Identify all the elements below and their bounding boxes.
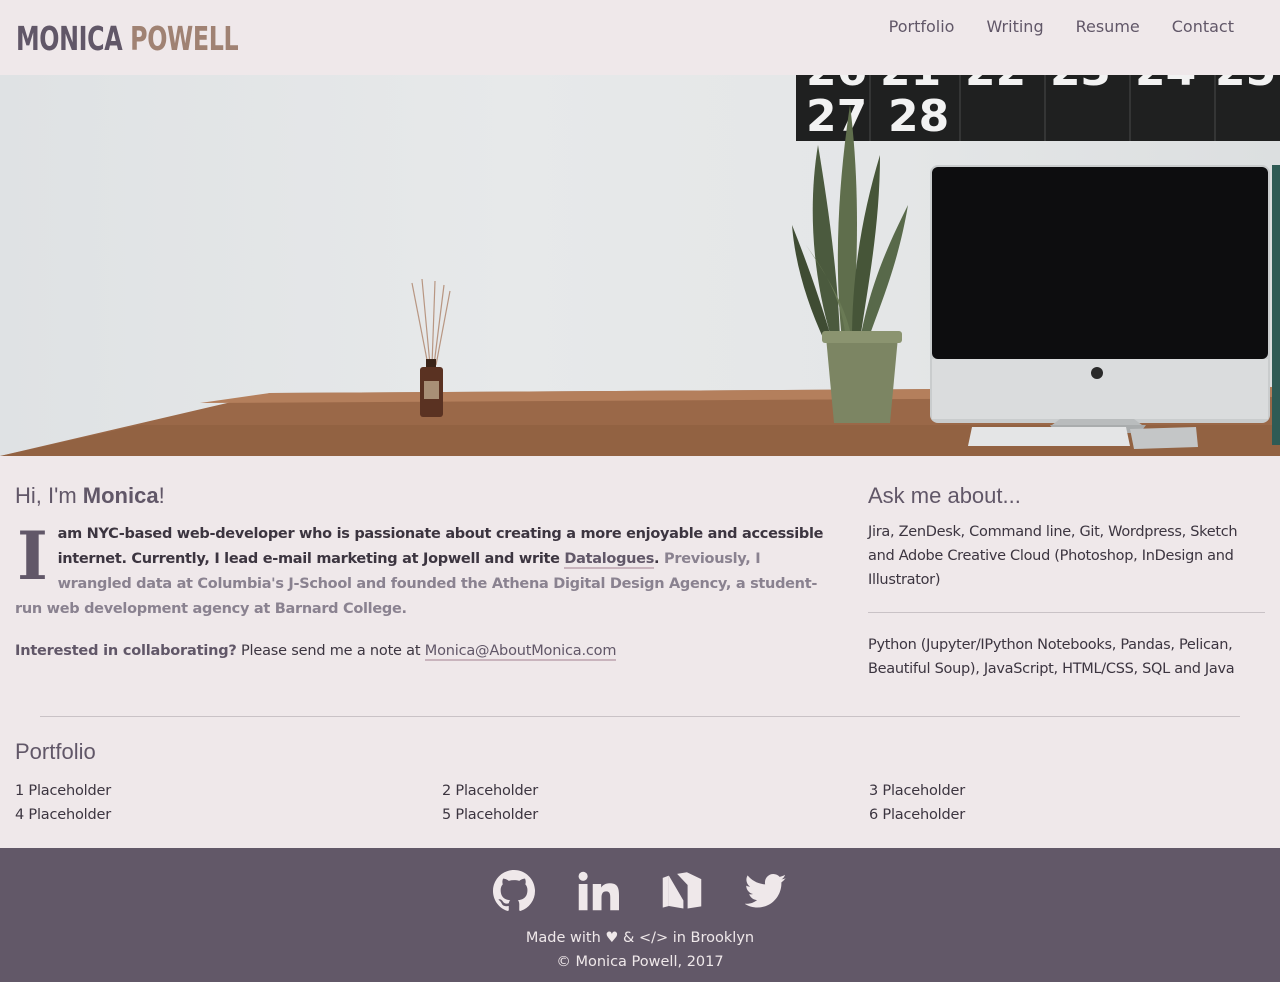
social-links [0,870,1280,912]
portfolio-heading: Portfolio [15,739,96,764]
made-with-prefix: Made with [525,930,606,946]
nav-resume-link[interactable]: Resume [1076,16,1140,38]
twitter-link[interactable] [745,870,787,912]
github-link[interactable] [493,870,535,912]
calendar-day: 24 [1135,75,1196,96]
portfolio-grid: 1 Placeholder 2 Placeholder 3 Placeholde… [15,780,1280,826]
greeting-name: Monica [82,483,159,508]
intro-section: Hi, I'm Monica! Iam NYC-based web-develo… [15,482,830,662]
code-icon: </> [638,930,669,946]
site-footer: Made with ♥ & </> in Brooklyn © Monica P… [0,848,1280,982]
contact-text: Please send me a note at [236,643,425,659]
wall-calendar: 26 21 22 23 24 25 27 28 [796,75,1280,142]
greeting-prefix: Hi, I'm [15,483,83,508]
languages-list: Python (Jupyter/IPython Notebooks, Panda… [868,637,1235,677]
site-header: MONICA POWELL Portfolio Writing Resume C… [0,0,1280,75]
made-with-amp: & [618,930,639,946]
email-link[interactable]: Monica@AboutMonica.com [424,643,616,661]
nav-writing-link[interactable]: Writing [986,16,1043,38]
medium-link[interactable] [661,870,703,912]
calendar-day: 22 [965,75,1026,96]
linkedin-link[interactable] [577,870,619,912]
heart-icon: ♥ [605,930,619,946]
nav-contact-link[interactable]: Contact [1172,16,1234,38]
desk-scene-illustration: 26 21 22 23 24 25 27 28 [0,75,1280,456]
copyright-text: © Monica Powell, 2017 [556,954,724,970]
made-with-line: Made with ♥ & </> in Brooklyn [0,927,1280,949]
made-with-suffix: in Brooklyn [668,930,755,946]
datalogues-link[interactable]: Datalogues [564,551,654,569]
ask-divider [868,612,1265,613]
portfolio-item[interactable]: 5 Placeholder [442,804,869,826]
nav-portfolio-link[interactable]: Portfolio [889,16,955,38]
contact-lead: Interested in collaborating? [15,643,237,659]
portfolio-item[interactable]: 2 Placeholder [442,780,869,802]
bio-paragraph: Iam NYC-based web-developer who is passi… [15,522,830,622]
portfolio-item[interactable]: 3 Placeholder [869,780,1266,802]
greeting-heading: Hi, I'm Monica! [15,482,830,510]
github-icon [493,870,535,911]
logo-last-name: POWELL [130,19,239,58]
contact-line: Interested in collaborating? Please send… [15,640,830,662]
ask-heading: Ask me about... [868,483,1021,508]
main-nav: Portfolio Writing Resume Contact [889,16,1234,38]
tools-list: Jira, ZenDesk, Command line, Git, Wordpr… [868,524,1238,588]
portfolio-item[interactable]: 4 Placeholder [15,804,442,826]
twitter-icon [745,874,787,908]
hero-image: 26 21 22 23 24 25 27 28 [0,75,1280,456]
calendar-day: 23 [1050,75,1111,96]
site-logo[interactable]: MONICA POWELL [16,19,239,58]
portfolio-item[interactable]: 1 Placeholder [15,780,442,802]
bio-dropcap: I [17,517,48,595]
calendar-day: 28 [888,91,949,142]
calendar-day: 25 [1215,75,1276,96]
linkedin-icon [578,871,619,911]
logo-first-name: MONICA [16,19,123,58]
greeting-suffix: ! [158,483,165,508]
calendar-day: 27 [806,91,867,142]
portfolio-section: Portfolio 1 Placeholder 2 Placeholder 3 … [15,738,1280,826]
portfolio-item[interactable]: 6 Placeholder [869,804,1266,826]
imac-computer [930,165,1280,449]
ask-me-about-panel: Ask me about... Jira, ZenDesk, Command l… [868,482,1265,681]
section-divider [40,716,1240,717]
potted-plant [792,105,908,423]
medium-icon [662,872,702,909]
